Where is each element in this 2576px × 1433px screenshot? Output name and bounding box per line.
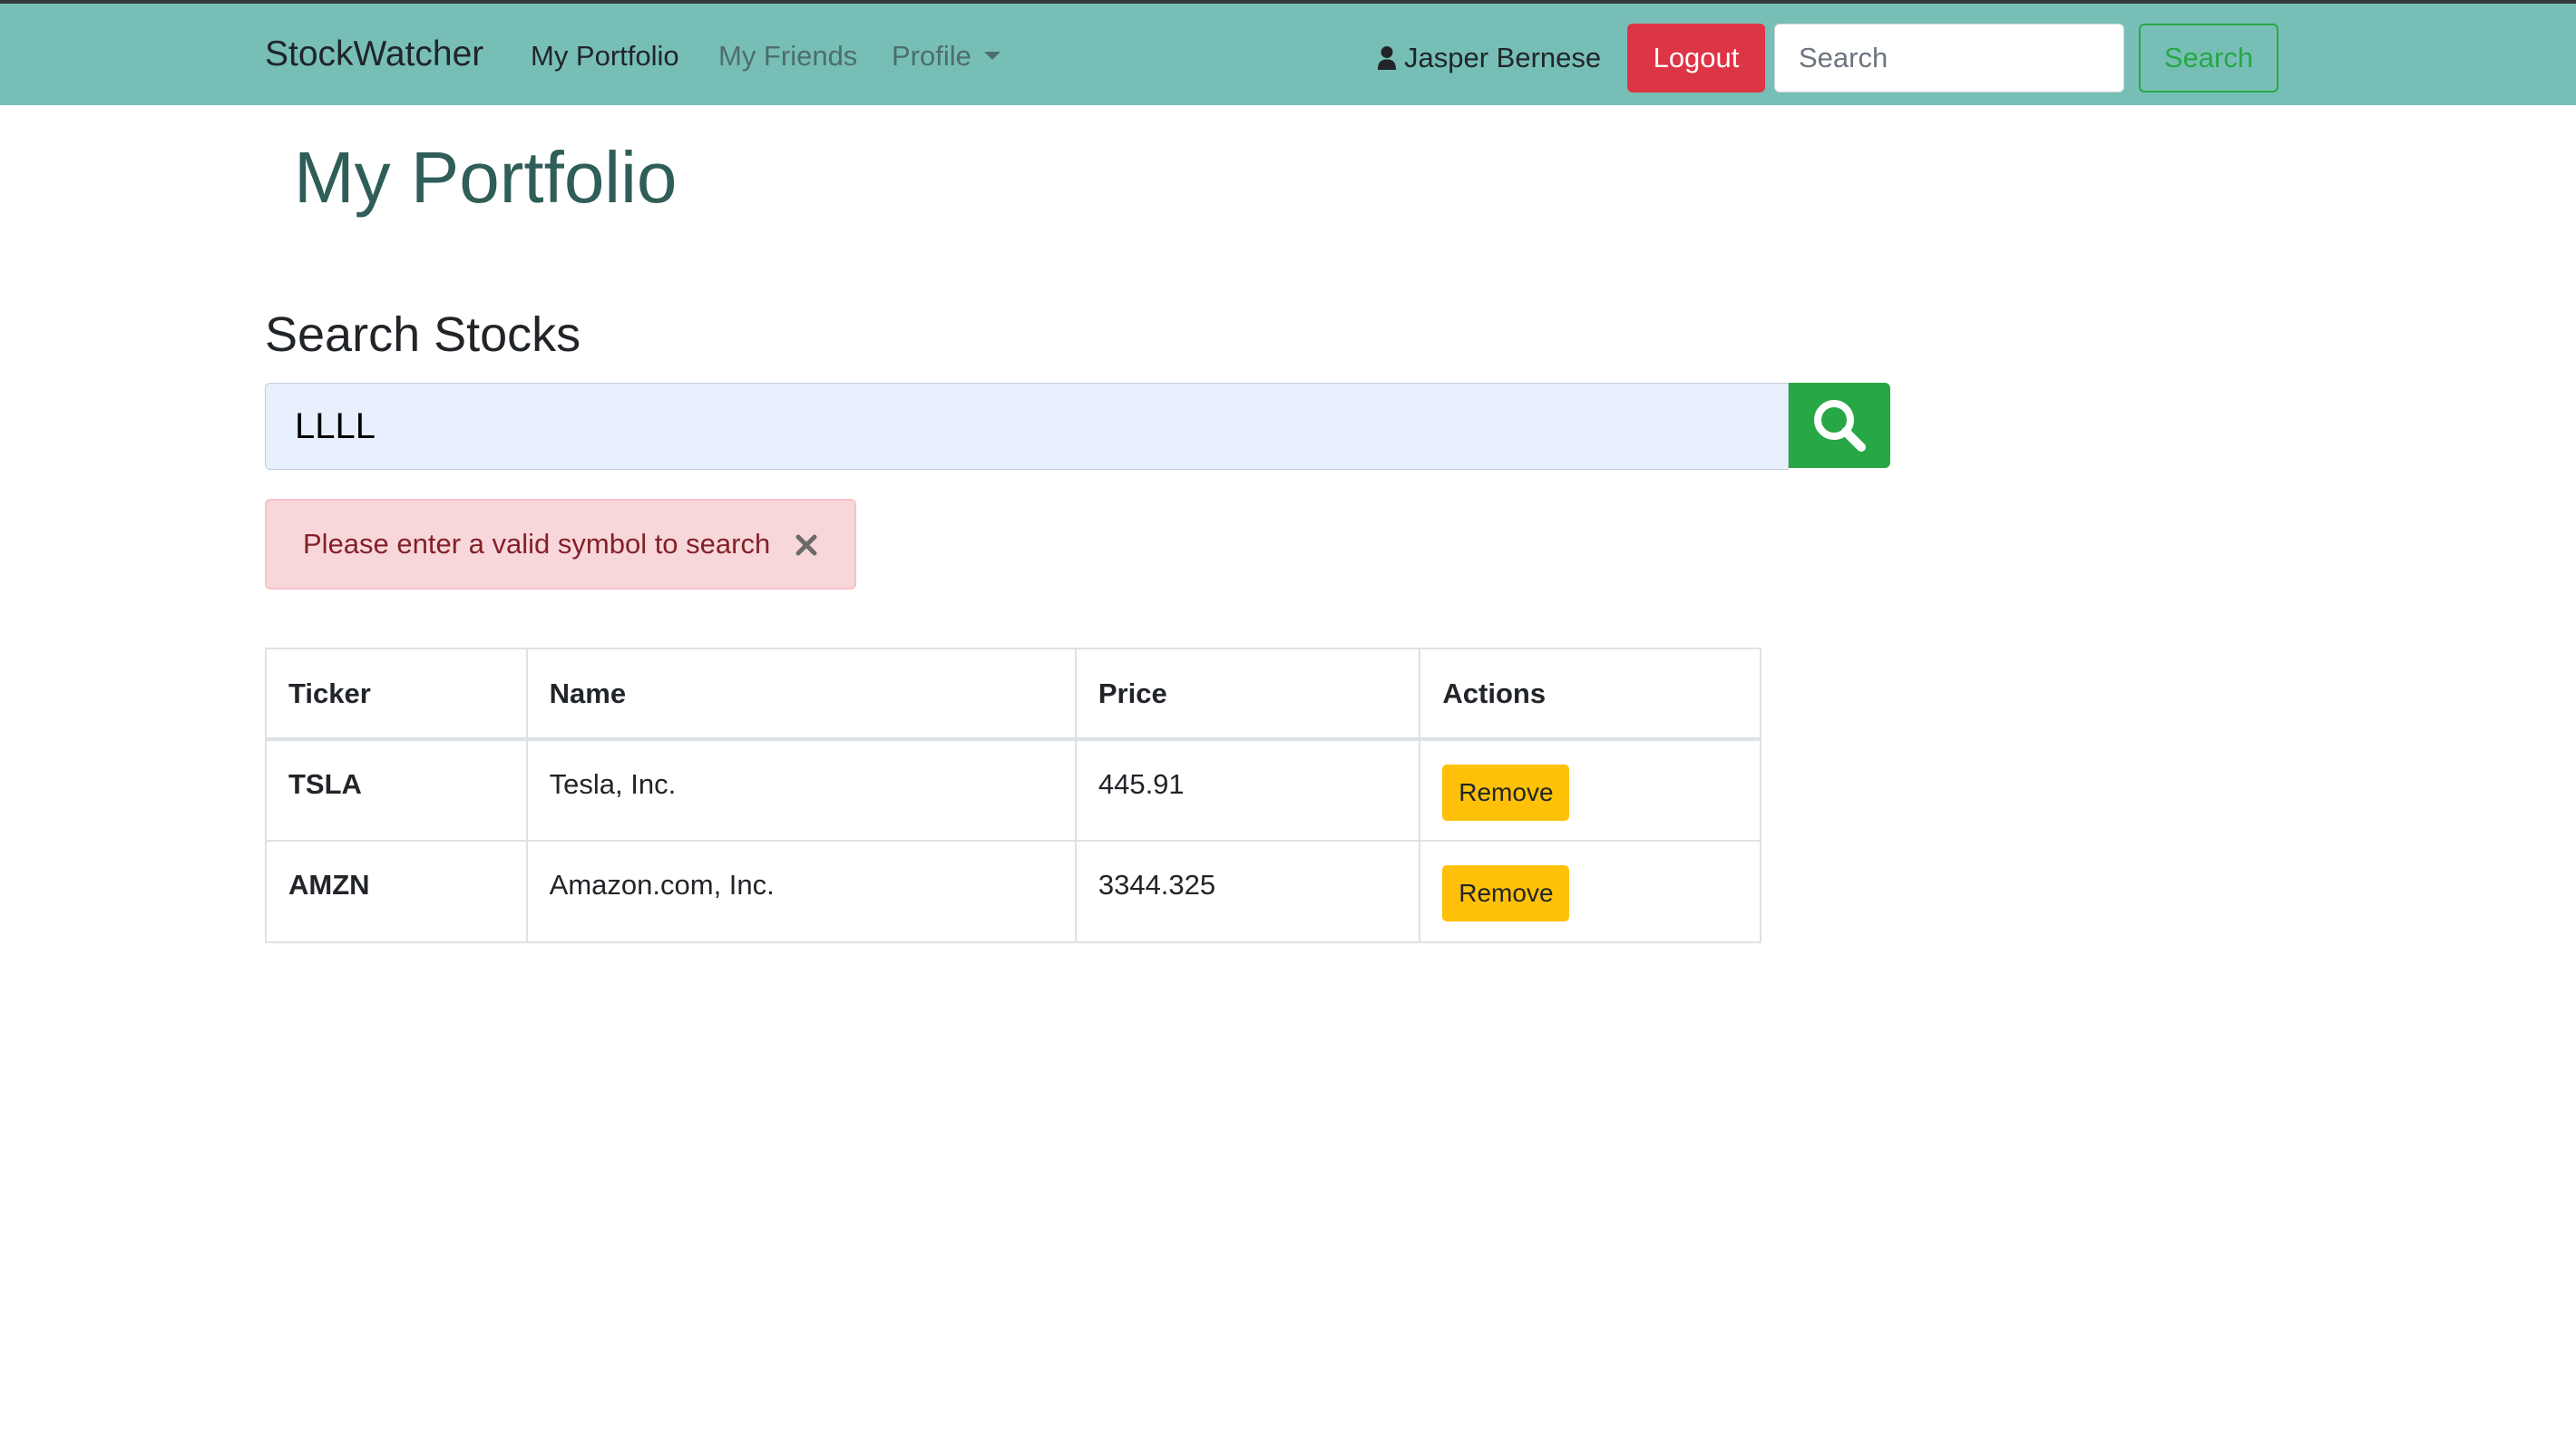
user-name: Jasper Bernese xyxy=(1404,42,1602,73)
price-cell: 445.91 xyxy=(1074,738,1421,842)
chevron-down-icon xyxy=(983,52,1000,60)
actions-cell: Remove xyxy=(1419,738,1761,842)
ticker-cell: AMZN xyxy=(265,840,528,943)
stock-search-input[interactable] xyxy=(265,383,1789,470)
name-cell: Tesla, Inc. xyxy=(525,738,1077,842)
header-actions: Actions xyxy=(1419,648,1761,741)
navbar-search-input[interactable] xyxy=(1774,24,2124,93)
portfolio-table: Ticker Name Price Actions TSLA Tesla, In… xyxy=(265,648,1761,943)
nav-profile-label: Profile xyxy=(892,40,971,72)
price-cell: 3344.325 xyxy=(1074,840,1421,943)
ticker-cell: TSLA xyxy=(265,738,528,842)
close-icon[interactable] xyxy=(793,531,820,559)
brand-logo[interactable]: StockWatcher xyxy=(265,34,483,74)
logout-button[interactable]: Logout xyxy=(1627,24,1765,93)
current-user: Jasper Bernese xyxy=(1377,42,1601,74)
search-icon xyxy=(1814,400,1866,452)
remove-button[interactable]: Remove xyxy=(1442,765,1570,821)
search-stocks-heading: Search Stocks xyxy=(265,307,581,362)
table-header-row: Ticker Name Price Actions xyxy=(265,648,1761,741)
stock-search-button[interactable] xyxy=(1789,383,1890,468)
header-name: Name xyxy=(525,648,1077,741)
table-row: TSLA Tesla, Inc. 445.91 Remove xyxy=(265,738,1761,842)
nav-my-portfolio[interactable]: My Portfolio xyxy=(531,40,679,73)
navbar: StockWatcher My Portfolio My Friends Pro… xyxy=(0,0,2576,105)
error-alert: Please enter a valid symbol to search xyxy=(265,499,856,590)
name-cell: Amazon.com, Inc. xyxy=(525,840,1077,943)
remove-button[interactable]: Remove xyxy=(1442,865,1570,921)
page-title: My Portfolio xyxy=(294,137,678,218)
header-ticker: Ticker xyxy=(265,648,528,741)
table-row: AMZN Amazon.com, Inc. 3344.325 Remove xyxy=(265,840,1761,943)
header-price: Price xyxy=(1074,648,1421,741)
actions-cell: Remove xyxy=(1419,840,1761,943)
navbar-search-button[interactable]: Search xyxy=(2139,24,2278,93)
user-icon xyxy=(1378,46,1396,70)
nav-profile-dropdown[interactable]: Profile xyxy=(892,40,1000,73)
nav-my-friends[interactable]: My Friends xyxy=(718,40,857,73)
alert-message: Please enter a valid symbol to search xyxy=(303,528,771,560)
